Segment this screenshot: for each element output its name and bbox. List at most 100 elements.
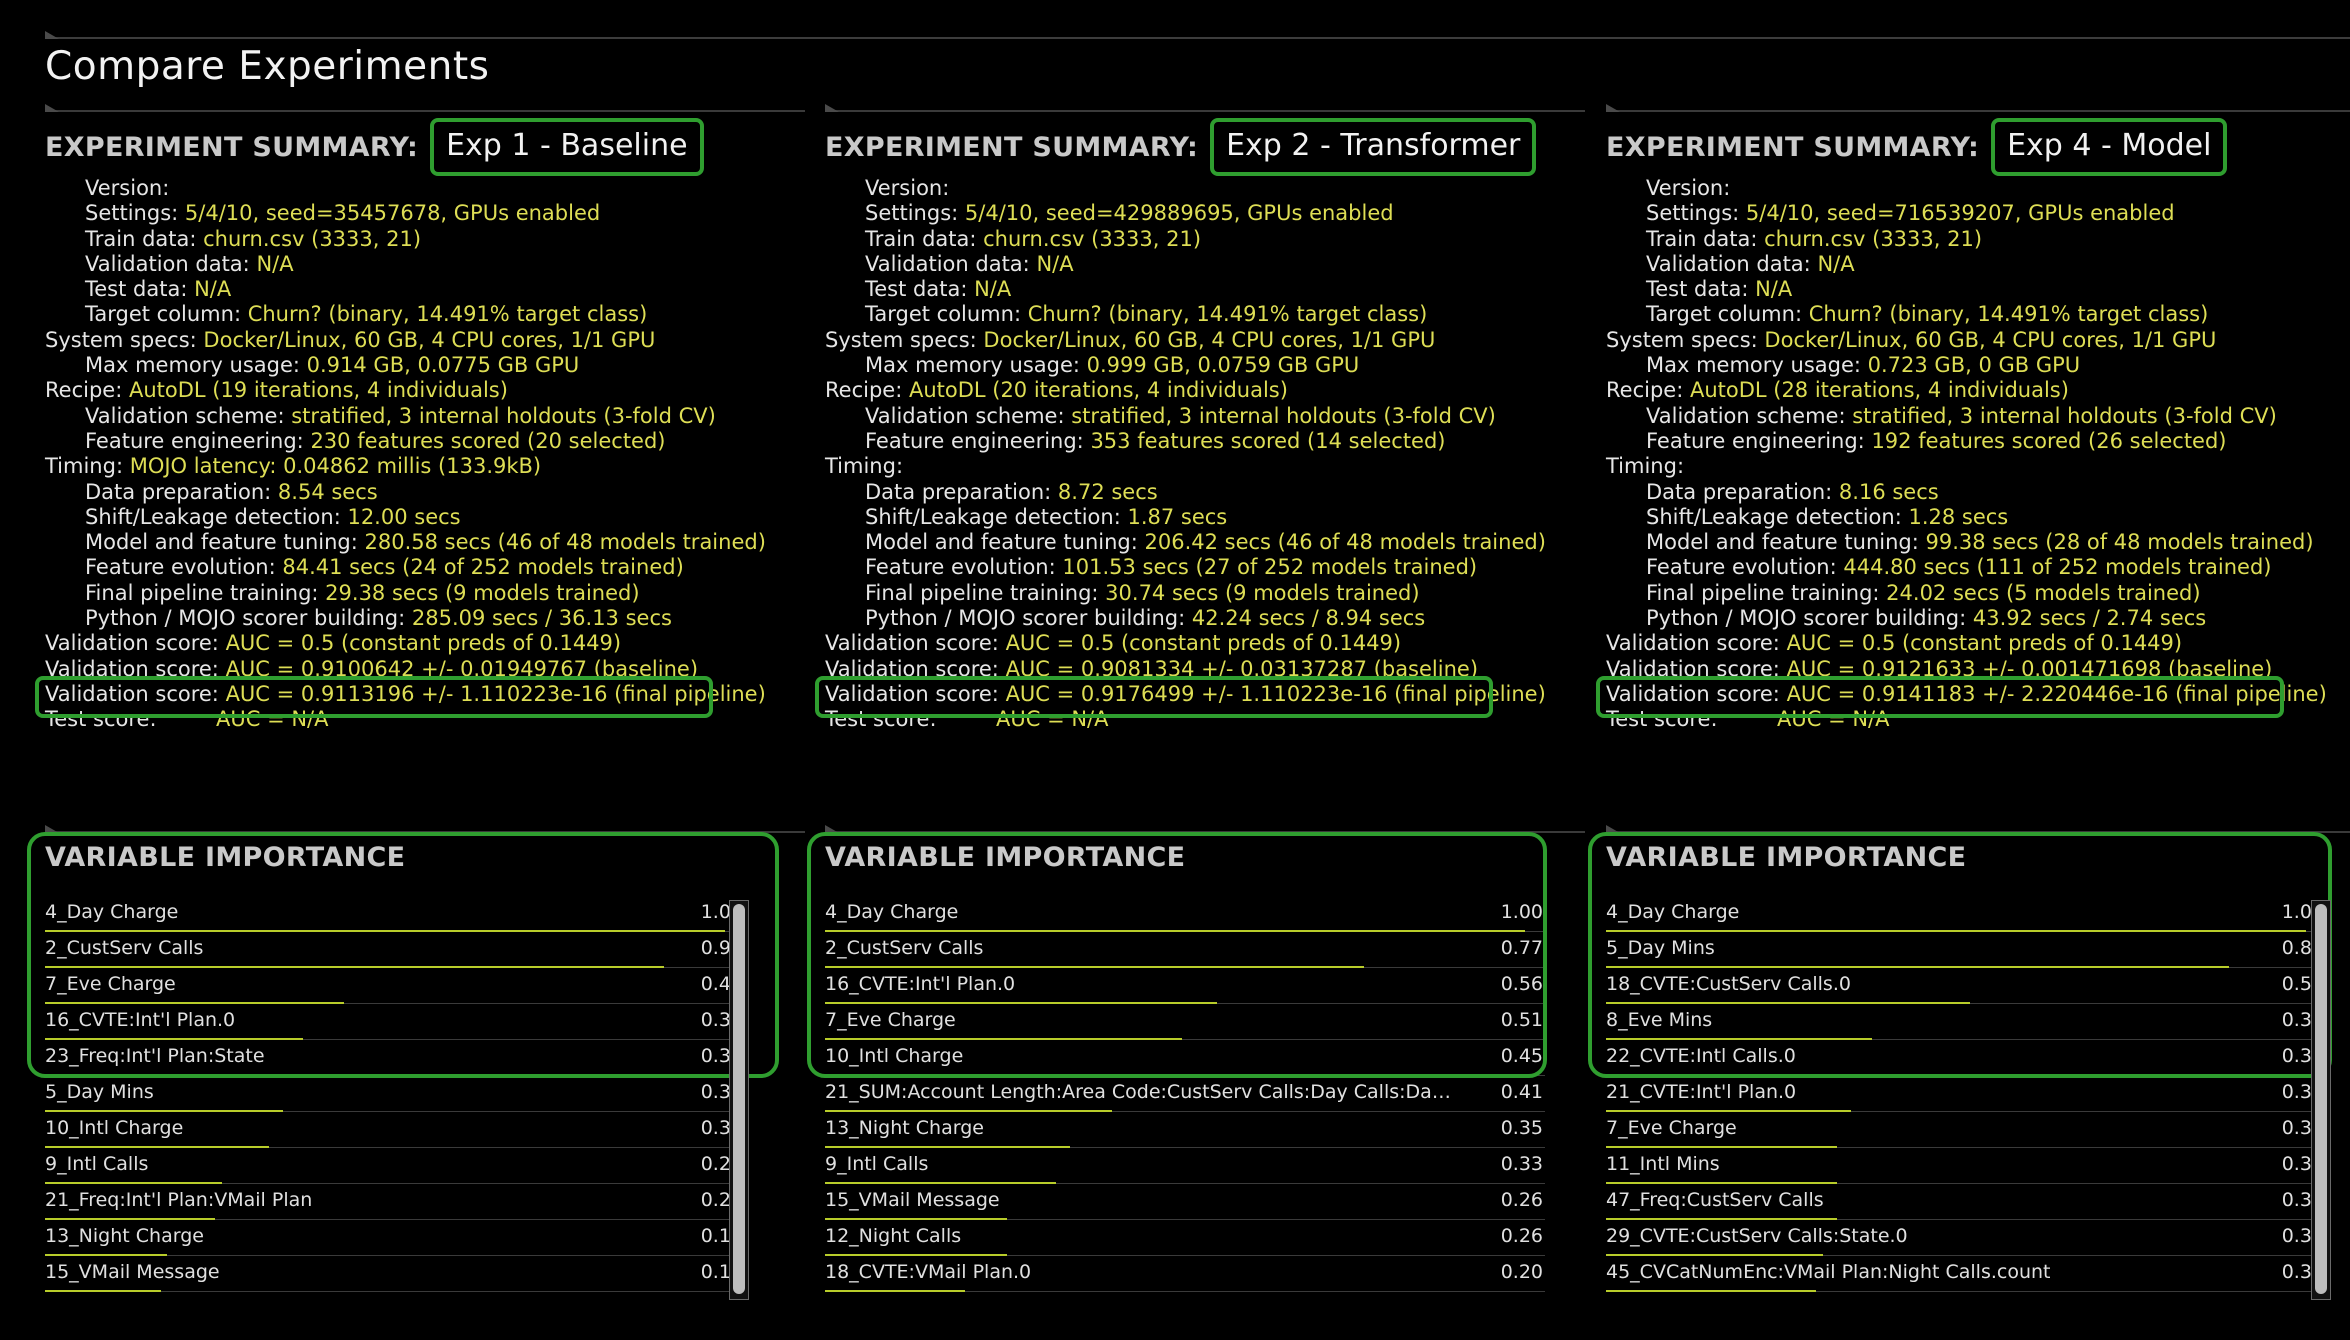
summary-value: 42.24 secs / 8.94 secs [1191, 606, 1426, 631]
summary-value: N/A [1755, 277, 1793, 302]
summary-line: Timing: MOJO latency: 0.04862 millis (13… [45, 454, 766, 479]
summary-key: Python / MOJO scorer building: [1646, 606, 1973, 631]
summary-value: AutoDL (19 iterations, 4 individuals) [128, 378, 508, 403]
summary-key: Validation data: [865, 251, 1037, 276]
summary-value: AutoDL (28 iterations, 4 individuals) [1689, 378, 2069, 403]
summary-key: Shift/Leakage detection: [865, 504, 1128, 529]
summary-line: Target column: Churn? (binary, 14.491% t… [1606, 302, 2327, 327]
summary-key: Train data: [1646, 226, 1765, 251]
feature-name: 9_Intl Calls [825, 1153, 929, 1175]
summary-key: Test data: [85, 277, 195, 302]
importance-row[interactable]: 13_Night Charge 0.35 [825, 1112, 1545, 1148]
importance-row[interactable]: 11_Intl Mins 0.33 [1606, 1148, 2326, 1184]
feature-name: 9_Intl Calls [45, 1153, 149, 1175]
summary-line: Validation scheme: stratified, 3 interna… [45, 404, 766, 429]
summary-key: Python / MOJO scorer building: [865, 606, 1192, 631]
importance-row[interactable]: 15_VMail Message 0.26 [825, 1184, 1545, 1220]
summary-line: Feature engineering: 353 features scored… [825, 429, 1546, 454]
summary-key: Train data: [865, 226, 984, 251]
summary-line: Max memory usage: 0.914 GB, 0.0775 GB GP… [45, 353, 766, 378]
importance-row[interactable]: 21_CVTE:Int'l Plan.0 0.35 [1606, 1076, 2326, 1112]
scrollbar-thumb[interactable] [733, 904, 745, 1294]
summary-line: Validation data: N/A [1606, 252, 2327, 277]
summary-value: AUC = 0.5 (constant preds of 0.1449) [1005, 631, 1402, 656]
summary-line: Data preparation: 8.54 secs [45, 480, 766, 505]
importance-row[interactable]: 13_Night Charge 0.18 [45, 1220, 745, 1256]
summary-key: Model and feature tuning: [865, 530, 1145, 555]
summary-key: Data preparation: [85, 479, 278, 504]
experiment-name[interactable]: Exp 2 - Transformer [1210, 118, 1537, 176]
summary-label: EXPERIMENT SUMMARY: [825, 131, 1199, 163]
summary-line: Shift/Leakage detection: 12.00 secs [45, 505, 766, 530]
summary-value: stratified, 3 internal holdouts (3-fold … [1071, 403, 1496, 428]
summary-key: Test data: [1646, 277, 1756, 302]
importance-row[interactable]: 9_Intl Calls 0.33 [825, 1148, 1545, 1184]
summary-key: Shift/Leakage detection: [1646, 504, 1909, 529]
importance-row[interactable]: 7_Eve Charge 0.33 [1606, 1112, 2326, 1148]
summary-key: Test data: [865, 277, 975, 302]
feature-name: 18_CVTE:VMail Plan.0 [825, 1261, 1032, 1283]
summary-value: 84.41 secs (24 of 252 models trained) [282, 555, 684, 580]
summary-line: Recipe: AutoDL (28 iterations, 4 individ… [1606, 378, 2327, 403]
summary-key: Version: [1646, 176, 1731, 200]
summary-line: Test data: N/A [1606, 277, 2327, 302]
feature-name: 45_CVCatNumEnc:VMail Plan:Night Calls.co… [1606, 1261, 2051, 1283]
importance-value: 0.26 [1500, 1189, 1543, 1211]
summary-key: Max memory usage: [85, 353, 307, 378]
summary-key: Version: [85, 176, 170, 200]
summary-value: Docker/Linux, 60 GB, 4 CPU cores, 1/1 GP… [1764, 327, 2217, 352]
importance-row[interactable]: 45_CVCatNumEnc:VMail Plan:Night Calls.co… [1606, 1256, 2326, 1292]
experiment-name[interactable]: Exp 4 - Model [1991, 118, 2228, 176]
summary-line: Validation score: AUC = 0.5 (constant pr… [1606, 631, 2327, 656]
summary-line: Python / MOJO scorer building: 43.92 sec… [1606, 606, 2327, 631]
summary-value: churn.csv (3333, 21) [203, 226, 422, 251]
importance-value: 0.20 [1500, 1261, 1543, 1283]
summary-key: Final pipeline training: [865, 580, 1106, 605]
summary-value: 1.87 secs [1127, 504, 1228, 529]
summary-key: Validation scheme: [865, 403, 1072, 428]
summary-line: Shift/Leakage detection: 1.87 secs [825, 505, 1546, 530]
summary-value: N/A [194, 277, 232, 302]
importance-row[interactable]: 21_Freq:Int'l Plan:VMail Plan 0.25 [45, 1184, 745, 1220]
summary-key: Recipe: [825, 378, 909, 403]
summary-value: 24.02 secs (5 models trained) [1886, 580, 2201, 605]
scrollbar-thumb[interactable] [2315, 904, 2327, 1294]
importance-row[interactable]: 5_Day Mins 0.35 [45, 1076, 745, 1112]
feature-name: 21_SUM:Account Length:Area Code:CustServ… [825, 1081, 1455, 1103]
summary-value: 0.914 GB, 0.0775 GB GPU [306, 353, 580, 378]
summary-key: Timing: [1606, 454, 1685, 479]
feature-name: 10_Intl Charge [45, 1117, 184, 1139]
summary-value: 206.42 secs (46 of 48 models trained) [1144, 530, 1546, 555]
summary-value: 280.58 secs (46 of 48 models trained) [364, 530, 766, 555]
summary-value: 444.80 secs (111 of 252 models trained) [1843, 555, 2272, 580]
experiment-name[interactable]: Exp 1 - Baseline [430, 118, 704, 176]
importance-row[interactable]: 9_Intl Calls 0.26 [45, 1148, 745, 1184]
summary-key: Shift/Leakage detection: [85, 504, 348, 529]
importance-row[interactable]: 18_CVTE:VMail Plan.0 0.20 [825, 1256, 1545, 1292]
importance-row[interactable]: 21_SUM:Account Length:Area Code:CustServ… [825, 1076, 1545, 1112]
importance-row[interactable]: 10_Intl Charge 0.33 [45, 1112, 745, 1148]
summary-line: Data preparation: 8.16 secs [1606, 480, 2327, 505]
importance-row[interactable]: 15_VMail Message 0.17 [45, 1256, 745, 1292]
summary-value: 353 features scored (14 selected) [1090, 428, 1446, 453]
importance-scrollbar[interactable] [729, 900, 749, 1300]
importance-scrollbar[interactable] [2311, 900, 2331, 1300]
summary-value: 1.28 secs [1908, 504, 2009, 529]
summary-key: Max memory usage: [865, 353, 1087, 378]
summary-key: Target column: [865, 302, 1028, 327]
importance-row[interactable]: 29_CVTE:CustServ Calls:State.0 0.31 [1606, 1220, 2326, 1256]
summary-line: Feature evolution: 444.80 secs (111 of 2… [1606, 555, 2327, 580]
importance-value: 0.33 [1500, 1153, 1543, 1175]
importance-row[interactable]: 47_Freq:CustServ Calls 0.33 [1606, 1184, 2326, 1220]
summary-key: Feature evolution: [85, 555, 283, 580]
summary-value: stratified, 3 internal holdouts (3-fold … [291, 403, 716, 428]
summary-value: Churn? (binary, 14.491% target class) [1808, 302, 2209, 327]
summary-line: Train data: churn.csv (3333, 21) [1606, 227, 2327, 252]
summary-key: Data preparation: [865, 479, 1058, 504]
importance-row[interactable]: 12_Night Calls 0.26 [825, 1220, 1545, 1256]
summary-key: Recipe: [45, 378, 129, 403]
final-score-highlight [35, 676, 713, 718]
summary-value: Docker/Linux, 60 GB, 4 CPU cores, 1/1 GP… [983, 327, 1436, 352]
summary-line: Test data: N/A [45, 277, 766, 302]
summary-line: Max memory usage: 0.723 GB, 0 GB GPU [1606, 353, 2327, 378]
